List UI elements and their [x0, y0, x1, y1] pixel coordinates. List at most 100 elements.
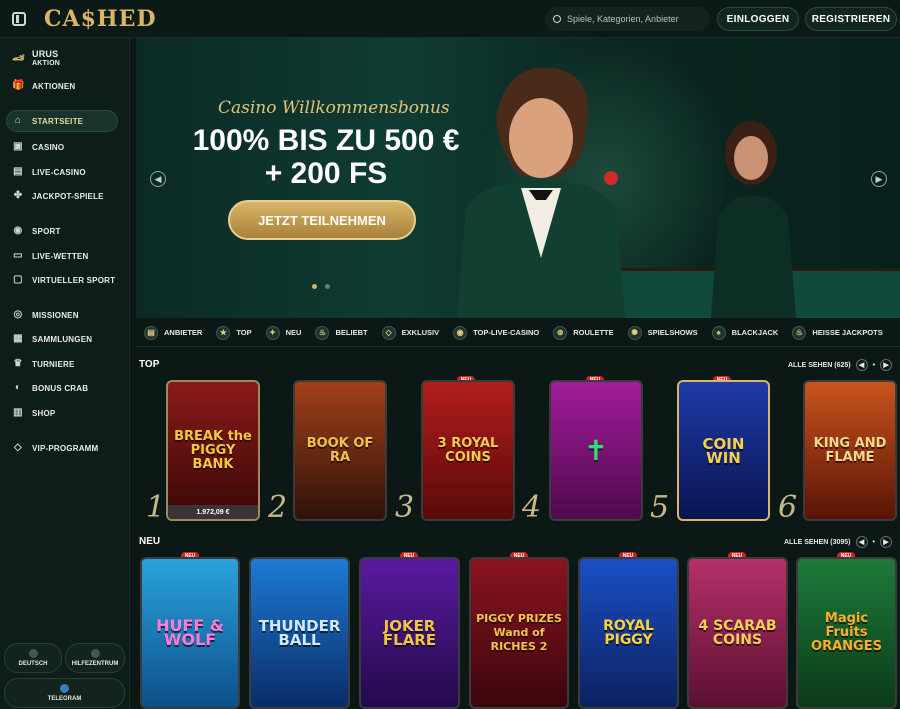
new-section-title: NEU [139, 536, 161, 547]
category-blackjack[interactable]: ♠ BLACKJACK [711, 325, 778, 340]
pagination-dot-active[interactable] [312, 284, 317, 289]
search-placeholder: Spiele, Kategorien, Anbieter [567, 14, 679, 24]
login-button[interactable]: EINLOGGEN [717, 7, 799, 31]
sidebar-item-sammlungen[interactable]: ▦ SAMMLUNGEN [12, 334, 92, 344]
sport-icon: ◉ [13, 225, 23, 236]
new-see-all-link[interactable]: ALLE SEHEN (3095) [784, 539, 851, 546]
sidebar-item-label: MISSIONEN [32, 310, 79, 320]
hero-title-line1: 100% BIS ZU 500 € [192, 124, 460, 157]
home-icon: ⌂ [14, 115, 22, 126]
sidebar-item-jackpot[interactable]: ✤ JACKPOT-SPIELE [12, 191, 104, 201]
game-title: Magic Fruits ORANGES [811, 611, 882, 654]
sidebar: 🏎 URUS AKTION 🎁 AKTIONEN ⌂ STARTSEITE ▣ CAS… [0, 38, 130, 709]
sidebar-item-sport[interactable]: ◉ SPORT [12, 226, 61, 236]
sidebar-item-virtueller-sport[interactable]: ▢ VIRTUELLER SPORT [12, 275, 115, 285]
jackpot-icon: ✤ [13, 190, 23, 201]
game-card-king-and-flame[interactable]: KING AND FLAME [803, 380, 897, 521]
star-icon: ★ [216, 325, 231, 340]
sidebar-item-startseite[interactable]: ⌂ STARTSEITE [12, 116, 83, 126]
join-now-button[interactable]: JETZT TEILNEHMEN [228, 200, 416, 240]
game-card-break-the-piggy-bank[interactable]: BREAK the PIGGY BANK 1.972,09 € [166, 380, 260, 521]
category-anbieter[interactable]: ▤ ANBIETER [144, 325, 203, 340]
category-label: ANBIETER [164, 328, 203, 337]
hero-banner[interactable]: Casino Willkommensbonus 100% BIS ZU 500 … [136, 38, 900, 318]
roulette-icon: ⊛ [553, 325, 568, 340]
category-heisse-jackpots[interactable]: ♨ HEISSE JACKPOTS [792, 325, 883, 340]
game-card-royal-piggy[interactable]: ROYAL PIGGY [578, 557, 679, 709]
pagination-dot[interactable] [325, 284, 330, 289]
category-label: ROULETTE [573, 328, 614, 337]
sidebar-item-label: LIVE-CASINO [32, 167, 86, 177]
category-top[interactable]: ★ TOP [216, 325, 252, 340]
category-label: NEU [285, 328, 302, 337]
shop-icon: ▥ [13, 407, 23, 418]
hero-woman-image [711, 121, 796, 318]
search-icon [553, 15, 561, 23]
sidebar-item-vip[interactable]: ◇ VIP-PROGRAMM [12, 443, 98, 453]
rank-number: 4 [522, 490, 542, 525]
flame-icon: ♨ [315, 325, 330, 340]
sidebar-toggle-icon[interactable] [12, 11, 26, 26]
promo-urus[interactable]: 🏎 URUS AKTION [12, 50, 60, 68]
game-card-cross-cat[interactable]: ✝ [549, 380, 643, 521]
live-casino-icon: ▤ [13, 166, 23, 177]
jackpot-amount: 1.972,09 € [168, 505, 258, 519]
telegram-icon [60, 684, 69, 693]
sidebar-item-casino[interactable]: ▣ CASINO [12, 142, 64, 152]
prev-arrow-icon[interactable]: ◀ [855, 536, 868, 548]
sidebar-item-aktionen[interactable]: 🎁 AKTIONEN [12, 81, 75, 91]
category-neu[interactable]: ✦ NEU [265, 325, 302, 340]
next-arrow-icon[interactable]: ▶ [879, 536, 892, 548]
game-card-4-scarab-coins[interactable]: 4 SCARAB COINS [687, 557, 788, 709]
game-card-piggy-prizes[interactable]: PIGGY PRIZES Wand of RICHES 2 [469, 557, 569, 709]
prev-arrow-icon[interactable]: ◀ [855, 359, 868, 371]
game-title: BOOK OF RA [306, 435, 374, 465]
sidebar-item-missionen[interactable]: ◎ MISSIONEN [12, 310, 79, 320]
language-label: DEUTSCH [18, 661, 48, 667]
telegram-button[interactable]: TELEGRAM [4, 678, 125, 708]
top-section-controls: ALLE SEHEN (625) ◀ • ▶ [788, 359, 893, 371]
diamond-icon: ◇ [381, 325, 396, 340]
register-button[interactable]: REGISTRIEREN [805, 7, 897, 31]
search-input[interactable]: Spiele, Kategorien, Anbieter [545, 7, 710, 31]
hero-next-arrow-icon[interactable]: ▶ [871, 171, 887, 187]
sidebar-item-bonus-crab[interactable]: ◐ BONUS CRAB [12, 383, 88, 393]
logo[interactable]: CA$HED [44, 6, 157, 32]
hero-prev-arrow-icon[interactable]: ◀ [150, 171, 166, 187]
game-card-thunder-ball[interactable]: THUNDER BALL [249, 557, 350, 709]
game-title: BREAK the PIGGY BANK [174, 428, 252, 472]
game-title: THUNDER BALL [258, 617, 341, 649]
sidebar-item-turniere[interactable]: ♛ TURNIERE [12, 359, 75, 369]
casino-icon: ▣ [13, 141, 23, 152]
telegram-label: TELEGRAM [47, 696, 82, 702]
category-top-live-casino[interactable]: ◉ TOP-LIVE-CASINO [453, 325, 540, 340]
next-arrow-icon[interactable]: ▶ [880, 359, 893, 371]
new-icon: ✦ [265, 325, 280, 340]
category-roulette[interactable]: ⊛ ROULETTE [553, 325, 614, 340]
game-card-joker-flare[interactable]: JOKER FLARE [359, 557, 460, 709]
game-card-book-of-ra[interactable]: BOOK OF RA [293, 380, 387, 521]
category-bar: ▤ ANBIETER ★ TOP ✦ NEU ♨ BELIEBT ◇ EXKLUSIV ◉… [136, 319, 900, 347]
diamond-icon: ◇ [14, 442, 22, 453]
crab-icon: ◐ [14, 382, 22, 393]
game-card-huff-wolf[interactable]: HUFF & WOLF [140, 557, 240, 709]
help-center-button[interactable]: HILFEZENTRUM [65, 643, 125, 673]
category-exklusiv[interactable]: ◇ EXKLUSIV [381, 325, 439, 340]
category-spielshows[interactable]: ✺ SPIELSHOWS [627, 325, 698, 340]
category-label: HEISSE JACKPOTS [812, 328, 883, 337]
category-beliebt[interactable]: ♨ BELIEBT [315, 325, 368, 340]
sidebar-item-shop[interactable]: ▥ SHOP [12, 408, 55, 418]
category-label: TOP [236, 328, 252, 337]
sidebar-item-live-casino[interactable]: ▤ LIVE-CASINO [12, 167, 86, 177]
category-label: TOP-LIVE-CASINO [473, 328, 540, 337]
game-card-3-royal-coins[interactable]: 3 ROYAL COINS [421, 380, 515, 521]
top-see-all-link[interactable]: ALLE SEHEN (625) [788, 362, 851, 369]
promo-subtitle: AKTION [32, 60, 61, 67]
sidebar-item-label: SPORT [32, 226, 61, 236]
language-button[interactable]: DEUTSCH [4, 643, 62, 673]
game-title: HUFF & WOLF [156, 616, 224, 649]
game-card-coin-win[interactable]: COIN WIN [677, 380, 770, 521]
sidebar-item-live-wetten[interactable]: ▭ LIVE-WETTEN [12, 251, 88, 261]
game-title: COIN WIN [702, 434, 745, 467]
game-card-magic-fruits-oranges[interactable]: Magic Fruits ORANGES [796, 557, 897, 709]
